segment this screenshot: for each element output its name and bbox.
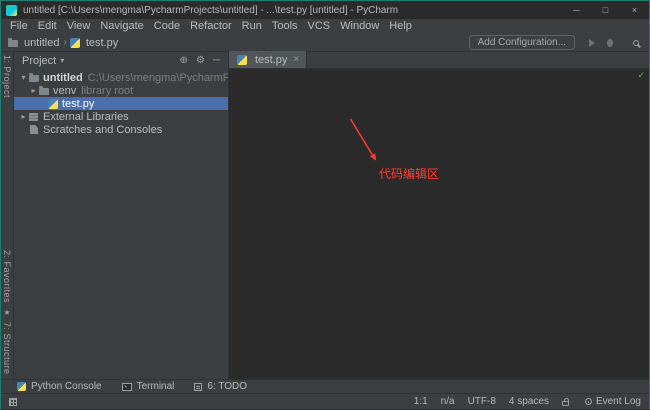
python-console-icon	[17, 382, 26, 391]
python-file-icon	[48, 99, 58, 109]
menu-navigate[interactable]: Navigate	[95, 19, 148, 34]
tree-row-venv[interactable]: ▸ venv library root	[14, 84, 228, 97]
annotation-text: 代码编辑区	[379, 165, 439, 182]
folder-icon	[29, 75, 39, 82]
tree-row-external-libraries[interactable]: ▸ External Libraries	[14, 110, 228, 123]
annotation-arrow	[229, 69, 649, 379]
tree-row-project-root[interactable]: ▾ untitled C:\Users\mengma\PycharmProjec…	[14, 71, 228, 84]
python-file-icon	[70, 38, 80, 48]
hide-panel-icon[interactable]: ─	[213, 56, 220, 66]
menu-help[interactable]: Help	[384, 19, 417, 34]
tool-window-switcher-icon[interactable]	[9, 398, 17, 406]
tool-button-python-console[interactable]: Python Console	[17, 381, 102, 392]
window-controls: ─ □ ×	[562, 1, 649, 19]
maximize-button[interactable]: □	[591, 1, 620, 19]
menu-code[interactable]: Code	[149, 19, 185, 34]
folder-icon	[39, 88, 49, 95]
project-folder-icon	[8, 40, 18, 47]
tool-button-todo[interactable]: 6: TODO	[194, 381, 247, 392]
chevron-collapsed-icon[interactable]: ▸	[29, 86, 38, 95]
menu-view[interactable]: View	[62, 19, 96, 34]
breadcrumb-project[interactable]: untitled	[24, 37, 59, 49]
caret-position[interactable]: 1:1	[414, 396, 428, 407]
readonly-lock-icon[interactable]	[562, 401, 569, 406]
project-tree: ▾ untitled C:\Users\mengma\PycharmProjec…	[14, 69, 228, 136]
status-bar: 1:1 n/a UTF-8 4 spaces Event Log	[1, 393, 649, 409]
window-title: untitled [C:\Users\mengma\PycharmProject…	[23, 5, 562, 16]
menu-window[interactable]: Window	[335, 19, 384, 34]
event-log-label[interactable]: Event Log	[596, 396, 641, 407]
editor-tab-testpy[interactable]: test.py ×	[229, 51, 307, 68]
python-file-icon	[237, 55, 247, 65]
minimize-button[interactable]: ─	[562, 1, 591, 19]
tree-row-testpy[interactable]: test.py	[14, 97, 228, 110]
menu-edit[interactable]: Edit	[33, 19, 62, 34]
favorites-star-icon[interactable]: ★	[3, 308, 10, 317]
tree-project-name: untitled	[43, 72, 83, 84]
tree-venv-name: venv	[53, 85, 76, 97]
debug-icon[interactable]	[607, 39, 613, 47]
chevron-down-icon[interactable]: ▾	[60, 56, 64, 65]
gear-icon[interactable]: ⚙	[196, 56, 205, 66]
tool-button-terminal[interactable]: Terminal	[122, 381, 175, 392]
pycharm-logo-icon	[6, 5, 17, 16]
tree-project-path: C:\Users\mengma\PycharmProjects\untitled	[88, 72, 228, 84]
chevron-collapsed-icon[interactable]: ▸	[19, 112, 28, 121]
left-stripe-bottom: 2: Favorites ★ 7: Structure	[2, 250, 12, 375]
chevron-expanded-icon[interactable]: ▾	[19, 73, 28, 82]
menu-tools[interactable]: Tools	[267, 19, 303, 34]
scratches-icon	[30, 125, 38, 134]
editor-tabbar: test.py ×	[229, 52, 649, 69]
pycharm-window: { "window": { "title": "untitled [C:\\Us…	[0, 0, 650, 410]
locate-file-icon[interactable]: ⊕	[180, 56, 188, 66]
close-button[interactable]: ×	[620, 1, 649, 19]
libraries-icon	[29, 113, 38, 121]
tree-scratches-name: Scratches and Consoles	[43, 124, 162, 136]
editor-tab-label: test.py	[255, 54, 287, 66]
left-tool-stripe: 1: Project 2: Favorites ★ 7: Structure	[1, 52, 14, 379]
titlebar: untitled [C:\Users\mengma\PycharmProject…	[1, 1, 649, 19]
tool-button-project[interactable]: 1: Project	[2, 55, 12, 98]
menu-file[interactable]: File	[5, 19, 33, 34]
python-console-label: Python Console	[31, 381, 102, 392]
editor-area: test.py × ✓ 代码编辑区	[229, 52, 649, 379]
project-panel-title[interactable]: Project	[22, 55, 56, 67]
indent-setting[interactable]: 4 spaces	[509, 396, 549, 407]
search-everywhere-icon[interactable]	[633, 40, 639, 46]
tree-row-scratches[interactable]: Scratches and Consoles	[14, 123, 228, 136]
run-icon[interactable]	[589, 39, 595, 47]
tree-external-libraries-name: External Libraries	[43, 111, 129, 123]
todo-icon	[194, 383, 202, 391]
main-area: 1: Project 2: Favorites ★ 7: Structure P…	[1, 52, 649, 379]
file-encoding[interactable]: UTF-8	[468, 396, 496, 407]
breadcrumb-file[interactable]: test.py	[86, 37, 118, 49]
line-separator[interactable]: n/a	[441, 396, 455, 407]
event-log-icon[interactable]	[585, 398, 592, 405]
menu-run[interactable]: Run	[237, 19, 267, 34]
project-panel-header: Project ▾ ⊕ ⚙ ─	[14, 52, 228, 69]
menu-vcs[interactable]: VCS	[303, 19, 336, 34]
terminal-icon	[122, 383, 132, 391]
tree-venv-detail: library root	[81, 85, 133, 97]
navigation-bar: untitled › test.py Add Configuration...	[1, 34, 649, 52]
tool-button-structure[interactable]: 7: Structure	[2, 322, 12, 375]
tool-button-favorites[interactable]: 2: Favorites	[2, 250, 12, 303]
code-editor[interactable]: ✓ 代码编辑区	[229, 69, 649, 379]
bottom-tool-bar: Python Console Terminal 6: TODO	[1, 379, 649, 393]
menubar: File Edit View Navigate Code Refactor Ru…	[1, 19, 649, 34]
tree-testpy-name: test.py	[62, 98, 94, 110]
menu-refactor[interactable]: Refactor	[185, 19, 237, 34]
terminal-label: Terminal	[137, 381, 175, 392]
breadcrumb-separator: ›	[63, 37, 66, 48]
add-configuration-button[interactable]: Add Configuration...	[469, 35, 575, 50]
project-panel: Project ▾ ⊕ ⚙ ─ ▾ untitled C:\Users\meng…	[14, 52, 229, 379]
todo-label: 6: TODO	[207, 381, 247, 392]
close-tab-icon[interactable]: ×	[293, 54, 299, 65]
